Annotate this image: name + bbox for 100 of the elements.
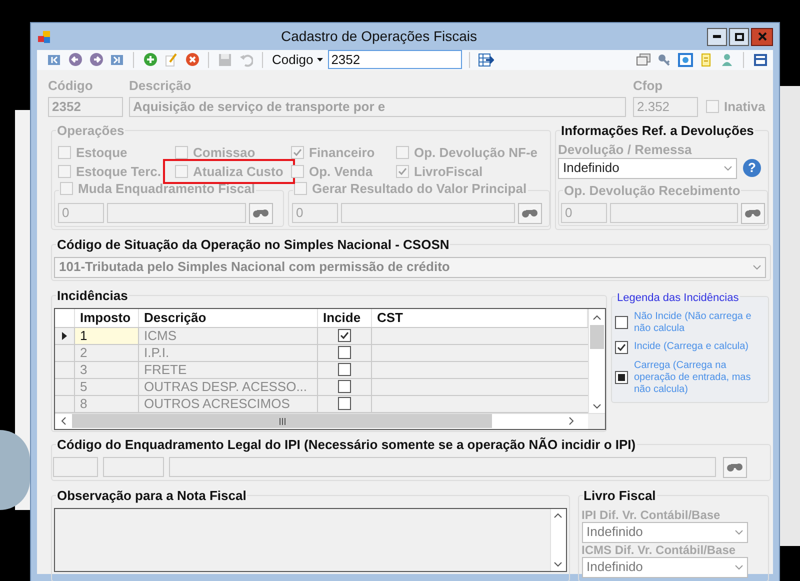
search-button[interactable]: [741, 202, 765, 224]
chevron-down-icon: [593, 404, 601, 408]
checkbox[interactable]: Inativa: [706, 98, 766, 114]
text-field[interactable]: 0: [292, 202, 338, 222]
text-field[interactable]: [341, 202, 515, 222]
maximize-button[interactable]: [729, 28, 749, 46]
search-button[interactable]: [518, 202, 542, 224]
text-field[interactable]: Aquisição de serviço de transporte por e: [129, 96, 626, 116]
text-field[interactable]: [169, 456, 716, 476]
checkbox[interactable]: Gerar Resultado do Valor Principal: [294, 180, 527, 196]
table-cell: 1: [75, 328, 139, 344]
field-label: Descrição: [129, 78, 192, 92]
binoculars-icon: [726, 462, 744, 472]
chevron-down-icon: [734, 530, 743, 534]
column-header[interactable]: Incide: [318, 308, 372, 326]
chevron-down-icon: [753, 264, 761, 270]
add-icon[interactable]: [141, 50, 159, 69]
group-title: Observação para a Nota Fiscal: [57, 488, 246, 502]
group-title: Legenda das Incidências: [617, 292, 739, 304]
binoculars-icon: [744, 208, 762, 218]
checkbox[interactable]: [338, 380, 351, 393]
table-cell: I.P.I.: [139, 344, 318, 360]
binoculars-icon: [521, 208, 539, 218]
dropdown[interactable]: Indefinido: [582, 522, 748, 542]
minimize-icon: [713, 35, 721, 38]
legend-text: Incide (Carrega e calcula): [634, 341, 748, 353]
checkbox[interactable]: [338, 329, 351, 342]
text-field[interactable]: [103, 456, 164, 476]
horizontal-scrollbar[interactable]: [55, 414, 588, 428]
previous-arrow-icon[interactable]: [66, 50, 84, 69]
search-button[interactable]: [723, 456, 747, 478]
monitor-icon[interactable]: [676, 50, 694, 69]
dropdown[interactable]: Indefinido: [558, 158, 737, 178]
maximize-icon: [734, 32, 744, 40]
field-label: Código: [48, 78, 94, 92]
chevron-up-icon: [554, 512, 562, 518]
grid-arrow-icon[interactable]: [477, 50, 496, 69]
vertical-scrollbar[interactable]: [550, 508, 566, 570]
checkbox[interactable]: [338, 346, 351, 359]
text-field[interactable]: 2352: [48, 96, 123, 116]
legend-text: Carrega (Carrega na operação de entrada, mas não calcula): [634, 360, 752, 396]
grip-icon: [278, 418, 286, 424]
dropdown[interactable]: Indefinido: [582, 556, 748, 578]
legend-swatch: [615, 316, 628, 329]
help-button[interactable]: ?: [743, 159, 761, 177]
group-title: Código de Situação da Operação no Simples Nacional - CSOSN: [57, 236, 450, 252]
text-area[interactable]: [54, 508, 567, 572]
checkmark-icon: [292, 146, 303, 158]
checkbox[interactable]: Op. Venda: [291, 164, 373, 178]
checkbox[interactable]: Financeiro: [291, 144, 375, 160]
text-field[interactable]: 0: [58, 202, 104, 222]
text-field[interactable]: 0: [561, 202, 607, 222]
table-cell: OUTRAS DESP. ACESSO...: [139, 378, 318, 394]
checkbox[interactable]: Atualiza Custo: [175, 164, 284, 178]
delete-icon[interactable]: [183, 50, 201, 69]
field-label: Devolução / Remessa: [558, 142, 693, 156]
search-button[interactable]: [249, 202, 273, 224]
next-arrow-icon[interactable]: [87, 50, 105, 69]
checkbox[interactable]: Estoque Terc.: [58, 164, 162, 178]
text-field[interactable]: [53, 456, 98, 476]
text-field[interactable]: [610, 202, 738, 222]
group-title: Incidências: [57, 288, 128, 302]
search-by-dropdown[interactable]: Codigo: [270, 50, 326, 70]
group-title: Operações: [57, 122, 124, 138]
dropdown[interactable]: 101-Tributada pelo Simples Nacional com permissão de crédito: [54, 256, 766, 278]
checkbox[interactable]: Muda Enquadramento Fiscal: [60, 180, 255, 196]
checkbox[interactable]: [338, 397, 351, 410]
text-field[interactable]: 2.352: [633, 96, 698, 116]
vertical-scrollbar[interactable]: [588, 308, 605, 412]
checkbox[interactable]: Comissao: [175, 144, 256, 160]
text-field[interactable]: [107, 202, 246, 222]
minimize-button[interactable]: [707, 28, 727, 46]
column-header[interactable]: Descrição: [139, 308, 318, 326]
field-label: IPI Dif. Vr. Contábil/Base: [582, 508, 722, 522]
scrollbar-thumb[interactable]: [590, 324, 604, 348]
table-cell: 2: [75, 344, 139, 360]
group-title: Op. Devolução Recebimento: [564, 182, 740, 198]
chevron-down-icon: [724, 166, 732, 170]
search-field[interactable]: 2352: [328, 50, 462, 70]
checkbox[interactable]: Estoque: [58, 144, 128, 160]
close-icon: [758, 32, 766, 41]
checkbox[interactable]: Op. Devolução NF-e: [396, 144, 538, 160]
legend-text: Não Incide (Não carrega e não calcula: [634, 310, 752, 334]
table-cell: 8: [75, 396, 139, 412]
close-button[interactable]: [751, 28, 773, 46]
legend-swatch: [615, 371, 628, 384]
column-header[interactable]: Imposto: [75, 308, 139, 326]
field-label: Cfop: [633, 78, 664, 92]
group-title: Informações Ref. a Devoluções: [561, 122, 754, 138]
checkbox[interactable]: [338, 363, 351, 376]
chevron-left-icon: [61, 417, 66, 425]
table-cell: 5: [75, 378, 139, 394]
group-title: Livro Fiscal: [584, 488, 656, 502]
table-cell: FRETE: [139, 362, 318, 378]
chevron-down-icon: [734, 564, 743, 570]
row-pointer-icon: [62, 332, 67, 340]
checkmark-icon: [339, 330, 350, 341]
chevron-up-icon: [593, 314, 601, 320]
checkmark-icon: [397, 166, 408, 176]
checkbox[interactable]: LivroFiscal: [396, 164, 483, 178]
